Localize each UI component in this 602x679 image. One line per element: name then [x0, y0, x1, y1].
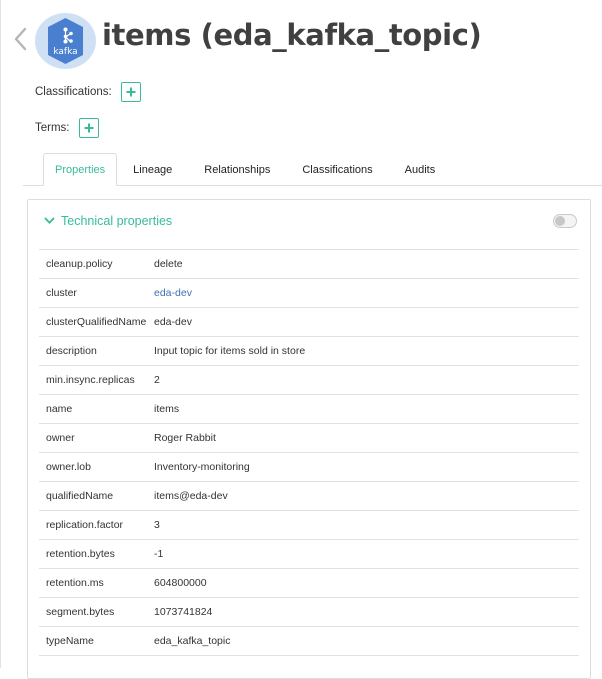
property-value: 2 — [154, 374, 160, 386]
properties-table: cleanup.policy delete cluster eda-dev cluste… — [39, 249, 579, 656]
tab-classifications[interactable]: Classifications — [286, 153, 388, 186]
property-key: min.insync.replicas — [46, 374, 135, 386]
kafka-hexagon-icon — [48, 18, 83, 64]
toggle-knob — [555, 216, 565, 226]
property-key: clusterQualifiedName — [46, 316, 147, 328]
property-key: cleanup.policy — [46, 258, 113, 270]
terms-label: Terms: — [35, 122, 70, 134]
property-value: eda-dev — [154, 316, 192, 328]
back-chevron-icon[interactable] — [12, 26, 30, 52]
page-title: items (eda_kafka_topic) — [102, 18, 482, 52]
property-key: cluster — [46, 287, 77, 299]
property-row: owner.lob Inventory-monitoring — [39, 453, 579, 482]
logo-text: kafka — [53, 47, 78, 57]
property-row: segment.bytes 1073741824 — [39, 598, 579, 627]
property-value: items — [154, 403, 180, 415]
property-row: replication.factor 3 — [39, 511, 579, 540]
property-value: items@eda-dev — [154, 490, 228, 502]
property-row: name items — [39, 395, 579, 424]
property-row: retention.bytes -1 — [39, 540, 579, 569]
add-classification-button[interactable] — [120, 82, 141, 102]
terms-row: Terms: — [35, 118, 99, 138]
property-key: owner.lob — [46, 461, 91, 473]
property-value: Roger Rabbit — [154, 432, 216, 444]
property-key: replication.factor — [46, 519, 124, 531]
property-key: retention.bytes — [46, 548, 115, 560]
property-value-link[interactable]: eda-dev — [154, 287, 192, 299]
tab-lineage[interactable]: Lineage — [117, 153, 188, 186]
technical-properties-header[interactable]: Technical properties — [44, 214, 172, 228]
left-border — [0, 0, 1, 668]
add-term-button[interactable] — [78, 118, 99, 138]
tab-bar: Properties Lineage Relationships Classif… — [43, 153, 451, 186]
tab-properties[interactable]: Properties — [43, 153, 118, 186]
panel-title: Technical properties — [61, 214, 173, 228]
plus-icon — [84, 123, 93, 133]
property-value: Inventory-monitoring — [154, 461, 250, 473]
property-value: delete — [154, 258, 183, 270]
property-value: 604800000 — [154, 577, 207, 589]
property-row: cleanup.policy delete — [39, 250, 579, 279]
property-row: cluster eda-dev — [39, 279, 579, 308]
property-row: qualifiedName items@eda-dev — [39, 482, 579, 511]
property-key: owner — [46, 432, 75, 444]
property-row: min.insync.replicas 2 — [39, 366, 579, 395]
tab-relationships[interactable]: Relationships — [188, 153, 286, 186]
property-value: -1 — [154, 548, 164, 560]
property-value: eda_kafka_topic — [154, 635, 231, 647]
property-key: retention.ms — [46, 577, 104, 589]
property-key: name — [46, 403, 73, 415]
property-key: description — [46, 345, 97, 357]
property-row: clusterQualifiedName eda-dev — [39, 308, 579, 337]
kafka-logo: kafka — [35, 13, 96, 69]
property-row: typeName eda_kafka_topic — [39, 627, 579, 656]
property-value: 3 — [154, 519, 160, 531]
technical-properties-panel: Technical properties cleanup.policy delet… — [27, 199, 591, 679]
property-key: typeName — [46, 635, 94, 647]
property-value: Input topic for items sold in store — [154, 345, 306, 357]
property-row: retention.ms 604800000 — [39, 569, 579, 598]
show-empty-toggle[interactable] — [553, 214, 577, 228]
property-key: segment.bytes — [46, 606, 115, 618]
chevron-down-icon — [44, 217, 55, 224]
classifications-label: Classifications: — [35, 86, 112, 98]
property-value: 1073741824 — [154, 606, 213, 618]
classifications-row: Classifications: — [35, 82, 141, 102]
plus-icon — [126, 87, 136, 97]
property-key: qualifiedName — [46, 490, 114, 502]
tab-audits[interactable]: Audits — [389, 153, 452, 186]
property-row: description Input topic for items sold in… — [39, 337, 579, 366]
property-row: owner Roger Rabbit — [39, 424, 579, 453]
